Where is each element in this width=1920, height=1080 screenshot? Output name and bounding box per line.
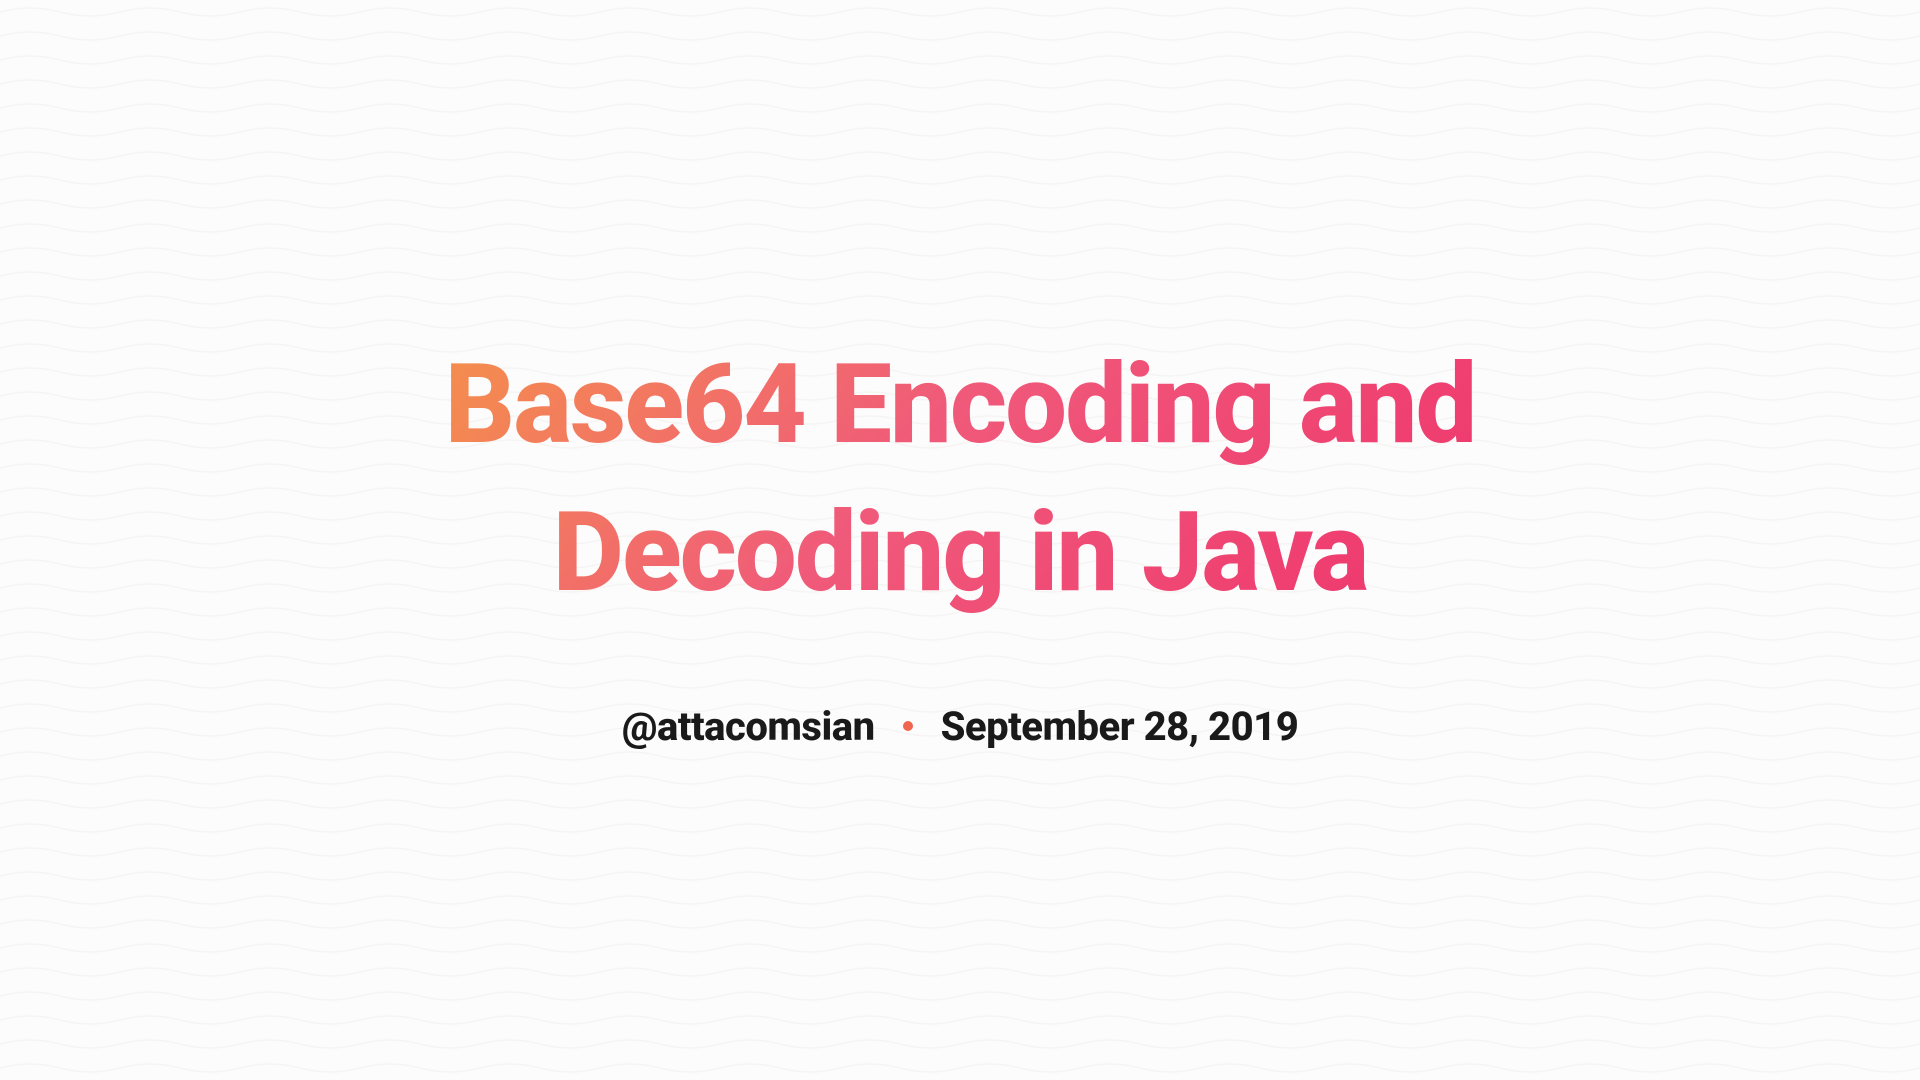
separator-dot-icon bbox=[903, 721, 913, 731]
publish-date: September 28, 2019 bbox=[941, 703, 1299, 750]
article-title: Base64 Encoding and Decoding in Java bbox=[360, 331, 1560, 628]
content-container: Base64 Encoding and Decoding in Java @at… bbox=[360, 331, 1560, 750]
author-handle: @attacomsian bbox=[622, 703, 875, 750]
article-meta: @attacomsian September 28, 2019 bbox=[622, 703, 1299, 750]
